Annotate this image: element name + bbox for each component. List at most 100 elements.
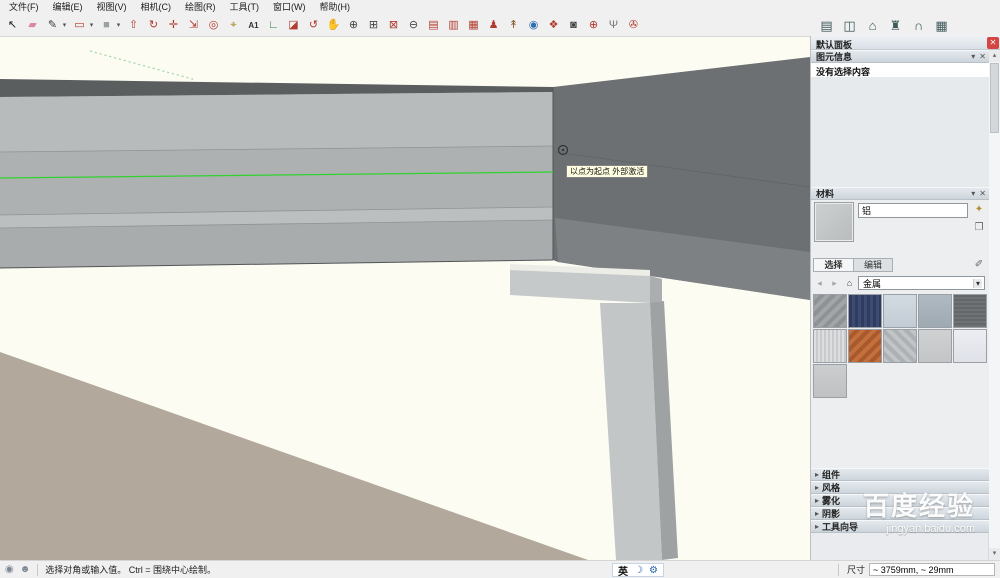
zoom-tool[interactable]: ⊕ [345,17,362,34]
sketchup-window: 文件(F) 编辑(E) 视图(V) 相机(C) 绘图(R) 工具(T) 窗口(W… [0,0,1000,578]
swatch-metal-white-panel[interactable] [953,329,987,363]
zoom-selection-tool[interactable]: ⊕ [585,17,602,34]
eyedropper-button[interactable]: ✐ [971,257,987,272]
material-category-select[interactable]: 金属 ▾ [858,276,985,290]
orbit-tool[interactable]: ↺ [305,17,322,34]
menu-item[interactable]: 相机(C) [134,0,179,15]
swatch-metal-dark-rough[interactable] [953,294,987,328]
tray-section-instructor[interactable]: ▸ 工具向导 [811,520,989,533]
menu-item[interactable]: 窗口(W) [266,0,313,15]
text-tool[interactable]: A1 [245,17,262,34]
swatch-metal-copper[interactable] [848,329,882,363]
inference-tooltip: 以点为起点 外部激活 [566,165,648,178]
create-material-button[interactable]: ✦ [971,202,987,217]
lamp-icon[interactable]: ♜ [887,17,904,34]
chevron-right-icon: ▸ [815,496,819,505]
swatch-metal-brushed[interactable] [813,329,847,363]
image-tool[interactable]: ❖ [545,17,562,34]
close-icon[interactable]: ✕ [979,189,986,198]
stairs-icon[interactable]: ▦ [933,17,950,34]
line-tool[interactable]: ✎ [44,17,61,34]
tray-section-components[interactable]: ▸ 组件 [811,468,989,481]
style-swatch[interactable]: ■ [98,17,115,34]
eraser-tool[interactable]: ▰ [24,17,41,34]
entity-info-header[interactable]: 图元信息 ▾ ✕ [811,50,989,63]
home-icon[interactable]: ⌂ [864,17,881,34]
close-icon[interactable]: ✕ [987,37,999,49]
gear-icon[interactable]: ⚙ [649,565,658,576]
look-around-tool[interactable]: ◉ [525,17,542,34]
arch-icon[interactable]: ∩ [910,17,927,34]
swatch-metal-diamond-plate[interactable] [813,294,847,328]
zoom-previous-tool[interactable]: ⊖ [405,17,422,34]
section-plane-tool[interactable]: ▤ [425,17,442,34]
menu-item[interactable]: 帮助(H) [313,0,358,15]
tray-section-label: 工具向导 [822,520,858,533]
section-fill-tool[interactable]: ▥ [445,17,462,34]
extension-icon[interactable]: ✇ [625,17,642,34]
close-icon[interactable]: ✕ [979,52,986,61]
shape-dropdown-caret-icon[interactable]: ▾ [88,17,95,34]
account-icon[interactable]: ☻ [20,564,31,575]
paint-bucket-tool[interactable]: ◪ [285,17,302,34]
menu-item[interactable]: 视图(V) [90,0,134,15]
materials-tab[interactable]: 选择 [813,258,853,272]
swatch-metal-aluminum[interactable] [813,364,847,398]
forward-icon[interactable]: ▸ [828,277,841,290]
panel-scrollbar[interactable]: ▴ ▾ [988,50,1000,560]
match-photo-tool[interactable]: ◙ [565,17,582,34]
tray-section-styles[interactable]: ▸ 风格 [811,481,989,494]
rotate-tool[interactable]: ↻ [145,17,162,34]
cabinet-icon[interactable]: ◫ [841,17,858,34]
warehouse-shelf-icon[interactable]: ▤ [818,17,835,34]
menu-item[interactable]: 工具(T) [223,0,267,15]
swatch-metal-blue-weave[interactable] [848,294,882,328]
pan-tool[interactable]: ✋ [325,17,342,34]
zoom-window-tool[interactable]: ⊞ [365,17,382,34]
rectangle-tool[interactable]: ▭ [71,17,88,34]
microphone-icon[interactable]: Ψ [605,17,622,34]
menu-item[interactable]: 文件(F) [2,0,46,15]
pushpull-tool[interactable]: ⇧ [125,17,142,34]
tray-section-shadows[interactable]: ▸ 阴影 [811,507,989,520]
materials-tab[interactable]: 编辑 [853,258,893,272]
chevron-down-icon[interactable]: ▾ [973,279,982,288]
section-display-tool[interactable]: ▦ [465,17,482,34]
collapse-icon[interactable]: ▾ [971,52,975,61]
move-tool[interactable]: ✛ [165,17,182,34]
tray-section-label: 阴影 [822,507,840,520]
cursor-dot-icon [562,149,564,151]
material-name-input[interactable] [858,203,968,218]
tray-section-fog[interactable]: ▸ 雾化 [811,494,989,507]
moon-icon[interactable]: ☽ [634,565,643,576]
style-dropdown-caret-icon[interactable]: ▾ [115,17,122,34]
measurements-input[interactable] [869,563,995,576]
position-camera-tool[interactable]: ♟ [485,17,502,34]
line-dropdown-caret-icon[interactable]: ▾ [61,17,68,34]
materials-grid [813,294,989,398]
select-tool[interactable]: ↖ [4,17,21,34]
secondary-pane-button[interactable]: ❐ [971,220,987,235]
menu-item[interactable]: 绘图(R) [178,0,223,15]
ime-language[interactable]: 英 [618,563,628,578]
swatch-metal-speckled[interactable] [918,329,952,363]
zoom-extents-tool[interactable]: ⊠ [385,17,402,34]
back-icon[interactable]: ◂ [813,277,826,290]
scroll-up-icon[interactable]: ▴ [989,50,1000,62]
walk-tool[interactable]: ↟ [505,17,522,34]
geolocation-icon[interactable]: ◉ [5,564,14,575]
swatch-metal-blue-gray[interactable] [918,294,952,328]
offset-tool[interactable]: ◎ [205,17,222,34]
viewport-3d[interactable]: 以点为起点 外部激活 [0,37,810,560]
menu-item[interactable]: 编辑(E) [46,0,90,15]
swatch-metal-pale-blue[interactable] [883,294,917,328]
swatch-metal-diamond-silver[interactable] [883,329,917,363]
collapse-icon[interactable]: ▾ [971,189,975,198]
home-icon[interactable]: ⌂ [843,277,856,290]
tape-measure-tool[interactable]: ⌖ [225,17,242,34]
scrollbar-thumb[interactable] [990,63,999,133]
materials-header[interactable]: 材料 ▾ ✕ [811,187,989,200]
scroll-down-icon[interactable]: ▾ [989,548,1000,560]
scale-tool[interactable]: ⇲ [185,17,202,34]
axes-tool[interactable]: ∟ [265,17,282,34]
